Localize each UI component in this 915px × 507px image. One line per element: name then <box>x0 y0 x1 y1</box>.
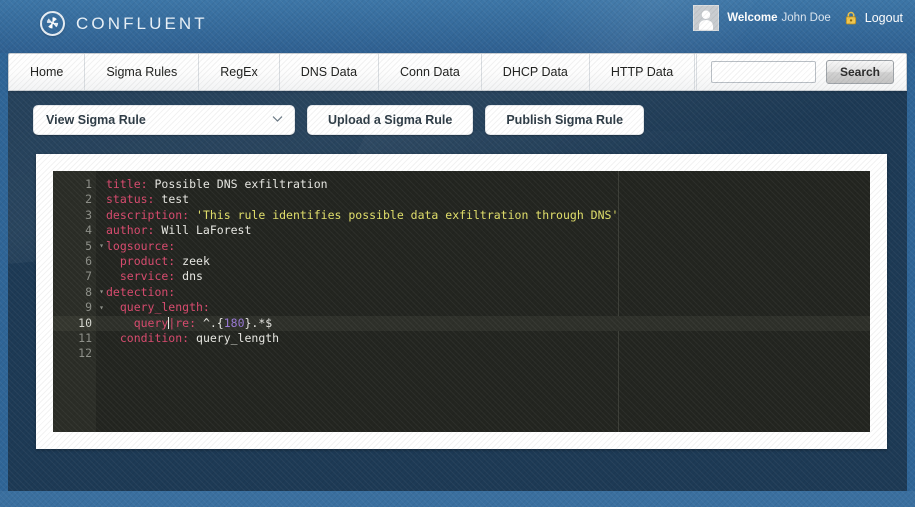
nav-item-regex[interactable]: RegEx <box>199 54 280 90</box>
sigma-rule-editor[interactable]: 1 2 3 4 5 ▾ 6 7 8 ▾ 9 ▾ 10 11 12 title: Possible DNS e… <box>53 171 870 432</box>
editor-line-number: 1 <box>85 177 92 191</box>
nav-item-dhcp-data[interactable]: DHCP Data <box>482 54 590 90</box>
page-bottom-strip <box>0 491 915 507</box>
nav-item-conn-data[interactable]: Conn Data <box>379 54 482 90</box>
user-box: Welcome John Doe Logout <box>693 5 903 31</box>
view-sigma-rule-select-value: View Sigma Rule <box>46 113 146 127</box>
brand-name: CONFLUENT <box>76 13 208 33</box>
editor-line-number: 11 <box>78 330 92 345</box>
code-token: detection: <box>106 284 176 299</box>
editor-code-line[interactable]: service: dns <box>106 269 870 284</box>
editor-code-line[interactable] <box>106 346 870 361</box>
logout-link[interactable]: Logout <box>865 11 903 25</box>
brand-logo[interactable]: CONFLUENT <box>40 11 208 36</box>
editor-line-number: 12 <box>78 346 92 361</box>
code-token: query_length <box>189 330 280 345</box>
editor-code-line[interactable]: condition: query_length <box>106 331 870 346</box>
code-token: description: <box>106 207 190 222</box>
editor-code-line[interactable]: detection: <box>106 285 870 300</box>
search-button[interactable]: Search <box>825 60 894 84</box>
editor-code-line[interactable]: product: zeek <box>106 254 870 269</box>
editor-code-line[interactable]: query|re: ^.{180}.*$ <box>96 315 870 332</box>
editor-line-number: 5 ▾ <box>85 238 104 253</box>
main-navigation: Home Sigma Rules RegEx DNS Data Conn Dat… <box>8 53 907 91</box>
code-token: Possible DNS exfiltration <box>147 177 328 191</box>
editor-line-number: 10 <box>53 315 96 331</box>
code-token: 180 <box>223 315 245 330</box>
code-token: ^.{ <box>196 315 224 330</box>
editor-panel: 1 2 3 4 5 ▾ 6 7 8 ▾ 9 ▾ 10 11 12 title: Possible DNS e… <box>36 154 887 449</box>
code-token: service: <box>106 269 176 284</box>
sigma-toolbar: View Sigma Rule Upload a Sigma Rule Publ… <box>8 91 907 135</box>
page-header: CONFLUENT Welcome John Doe Logout <box>0 0 915 53</box>
chevron-down-icon <box>272 113 283 125</box>
view-sigma-rule-select[interactable]: View Sigma Rule <box>33 105 295 135</box>
editor-code-line[interactable]: description: 'This rule identifies possi… <box>106 208 870 223</box>
editor-line-number: 2 <box>85 192 92 207</box>
code-token: }.*$ <box>244 315 273 330</box>
code-token: author: <box>106 223 155 238</box>
code-token: title: <box>106 177 148 191</box>
editor-line-number: 6 <box>85 253 92 268</box>
code-token: status: <box>106 192 155 207</box>
nav-item-sigma-rules[interactable]: Sigma Rules <box>85 54 200 90</box>
nav-item-home[interactable]: Home <box>9 54 86 90</box>
code-token: |re: <box>168 315 197 330</box>
code-token: query_length: <box>106 300 210 315</box>
confluent-pinwheel-icon <box>40 11 65 36</box>
editor-code-line[interactable]: logsource: <box>106 239 870 254</box>
editor-code-line[interactable]: status: test <box>106 192 870 207</box>
editor-code-line[interactable]: query_length: <box>106 300 870 315</box>
lock-icon <box>845 11 857 25</box>
editor-line-number: 8 ▾ <box>85 284 104 299</box>
code-token: product: <box>106 253 176 268</box>
code-token: test <box>154 192 190 207</box>
welcome-label: Welcome <box>727 12 778 24</box>
search-input[interactable] <box>710 61 816 83</box>
welcome-text: Welcome John Doe <box>727 12 831 24</box>
content-area: View Sigma Rule Upload a Sigma Rule Publ… <box>8 91 907 491</box>
user-avatar-icon[interactable] <box>693 5 720 31</box>
code-token: Will LaForest <box>154 223 252 238</box>
editor-gutter: 1 2 3 4 5 ▾ 6 7 8 ▾ 9 ▾ 10 11 12 <box>53 171 104 432</box>
editor-code-line[interactable]: title: Possible DNS exfiltration <box>106 177 870 192</box>
editor-line-number: 4 <box>85 223 92 238</box>
publish-sigma-rule-button[interactable]: Publish Sigma Rule <box>485 105 645 135</box>
editor-line-number: 3 <box>85 207 92 222</box>
nav-item-dns-data[interactable]: DNS Data <box>280 54 380 90</box>
code-token: zeek <box>175 253 210 268</box>
code-token: condition: <box>106 330 190 345</box>
app-root: CONFLUENT Welcome John Doe Logout Home S… <box>0 0 915 507</box>
editor-code-area[interactable]: title: Possible DNS exfiltration status: … <box>96 171 870 432</box>
editor-line-number: 7 <box>85 269 92 284</box>
editor-line-number: 9 ▾ <box>85 300 104 315</box>
user-name: John Doe <box>781 12 831 24</box>
nav-item-http-data[interactable]: HTTP Data <box>590 54 696 90</box>
code-token: 'This rule identifies possible data exfi… <box>196 207 619 222</box>
editor-code-line[interactable]: author: Will LaForest <box>106 223 870 238</box>
nav-search-area: Search <box>697 54 906 90</box>
code-token: dns <box>175 269 203 284</box>
code-token: query <box>106 315 169 330</box>
upload-sigma-rule-button[interactable]: Upload a Sigma Rule <box>307 105 474 135</box>
code-token: logsource: <box>106 238 176 253</box>
